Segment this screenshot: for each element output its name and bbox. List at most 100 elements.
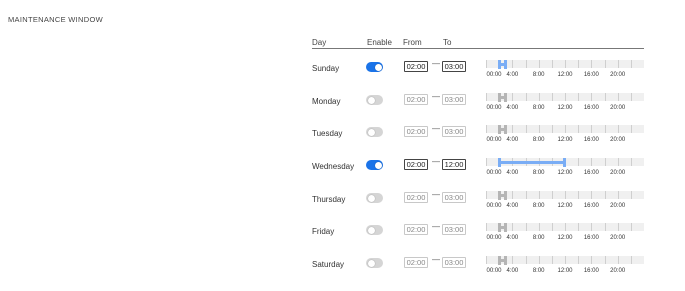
from-time-input[interactable]: 02:00 <box>404 159 428 170</box>
from-time-input[interactable]: 02:00 <box>404 94 428 105</box>
axis-label: 12:00 <box>557 137 573 143</box>
axis-label: 8:00 <box>532 137 545 143</box>
table-row: Saturday 02:00 —03:00 00:00 4:00 8:00 12:00 16:… <box>312 252 645 284</box>
from-time-input[interactable]: 02:00 <box>404 126 428 137</box>
from-time-input[interactable]: 02:00 <box>404 257 428 268</box>
selected-range <box>498 256 507 265</box>
axis-label: 4:00 <box>506 72 519 78</box>
time-range-slider[interactable]: 00:00 4:00 8:00 12:00 16:00 20:00 <box>486 89 644 121</box>
enable-toggle[interactable] <box>366 127 383 137</box>
range-end-handle[interactable] <box>503 223 507 232</box>
to-time-input[interactable]: 03:00 <box>442 126 466 137</box>
range-separator: — <box>432 255 440 264</box>
slider-tick <box>604 223 606 231</box>
time-range-slider[interactable]: 00:00 4:00 8:00 12:00 16:00 20:00 <box>486 56 644 88</box>
enable-toggle[interactable] <box>366 95 383 105</box>
table-row: Wednesday 02:00—12:00 00:00 4:00 8:00 12:00 16… <box>312 154 645 186</box>
range-start-handle[interactable] <box>498 60 502 69</box>
slider-tick <box>630 256 632 264</box>
slider-tick <box>591 125 593 133</box>
table-row: Monday 02:00 —03:00 00:00 4:00 8:00 12:00 16:00… <box>312 89 645 121</box>
slider-tick <box>565 223 566 231</box>
to-time-input[interactable]: 03:00 <box>442 94 466 105</box>
slider-tick <box>578 93 580 101</box>
axis-label: 00:00 <box>486 170 502 176</box>
range-end-handle[interactable] <box>503 125 507 134</box>
to-time-input[interactable]: 03:00 <box>442 61 466 72</box>
table-row: Sunday 02:00 —03:00 00:00 4:00 8:00 12:00 16:00… <box>312 56 645 88</box>
slider-tick <box>591 223 593 231</box>
slider-tick <box>486 158 487 166</box>
slider-tick <box>578 223 580 231</box>
slider-tick <box>578 60 580 68</box>
enable-toggle[interactable] <box>366 160 383 170</box>
range-start-handle[interactable] <box>498 125 502 134</box>
slider-tick <box>565 256 566 264</box>
range-end-handle[interactable] <box>503 191 507 200</box>
enable-toggle[interactable] <box>366 193 383 203</box>
slider-tick <box>525 60 527 68</box>
range-end-handle[interactable] <box>503 60 507 69</box>
slider-track <box>486 223 644 232</box>
timeline-axis: 00:00 4:00 8:00 12:00 16:00 20:00 <box>486 105 644 113</box>
axis-label: 8:00 <box>532 105 545 111</box>
axis-label: 12:00 <box>557 203 573 209</box>
axis-label: 4:00 <box>506 137 519 143</box>
timeline-axis: 00:00 4:00 8:00 12:00 16:00 20:00 <box>486 235 644 243</box>
section-title: MAINTENANCE WINDOW <box>8 15 103 24</box>
slider-track <box>486 158 644 167</box>
slider-tick <box>551 60 553 68</box>
to-time-input[interactable]: 12:00 <box>442 159 466 170</box>
slider-tick <box>538 93 540 101</box>
axis-label: 16:00 <box>583 137 599 143</box>
slider-tick <box>486 125 487 133</box>
slider-tick <box>486 256 487 264</box>
header-enable: Enable <box>367 38 392 47</box>
header-day: Day <box>312 38 327 47</box>
range-end-handle[interactable] <box>562 158 566 167</box>
header-to: To <box>443 38 452 47</box>
slider-tick <box>525 125 527 133</box>
slider-tick <box>551 125 553 133</box>
slider-tick <box>617 191 619 199</box>
time-range-slider[interactable]: 00:00 4:00 8:00 12:00 16:00 20:00 <box>486 187 644 219</box>
range-end-handle[interactable] <box>503 93 507 102</box>
slider-tick <box>617 60 619 68</box>
toggle-knob <box>367 194 375 202</box>
slider-tick <box>565 125 566 133</box>
to-time-input[interactable]: 03:00 <box>442 224 466 235</box>
axis-label: 4:00 <box>506 170 519 176</box>
to-time-input[interactable]: 03:00 <box>442 257 466 268</box>
slider-tick <box>617 158 619 166</box>
range-separator: — <box>432 222 440 231</box>
range-start-handle[interactable] <box>498 93 502 102</box>
range-start-handle[interactable] <box>498 223 502 232</box>
slider-tick <box>538 125 540 133</box>
from-time-input[interactable]: 02:00 <box>404 61 428 72</box>
axis-label: 00:00 <box>486 268 502 274</box>
slider-tick <box>617 223 619 231</box>
time-range-slider[interactable]: 00:00 4:00 8:00 12:00 16:00 20:00 <box>486 219 644 251</box>
enable-toggle[interactable] <box>366 258 383 268</box>
slider-tick <box>617 125 619 133</box>
slider-tick <box>630 158 632 166</box>
time-range-slider[interactable]: 00:00 4:00 8:00 12:00 16:00 20:00 <box>486 252 644 284</box>
enable-toggle[interactable] <box>366 225 383 235</box>
enable-toggle[interactable] <box>366 62 383 72</box>
range-start-handle[interactable] <box>498 256 502 265</box>
range-start-handle[interactable] <box>498 158 502 167</box>
table-row: Thursday 02:00 —03:00 00:00 4:00 8:00 12:00 16:… <box>312 187 645 219</box>
slider-tick <box>525 256 527 264</box>
from-time-input[interactable]: 02:00 <box>404 192 428 203</box>
slider-tick <box>604 125 606 133</box>
slider-tick <box>565 191 566 199</box>
slider-tick <box>578 256 580 264</box>
slider-tick <box>630 223 632 231</box>
to-time-input[interactable]: 03:00 <box>442 192 466 203</box>
time-range-slider[interactable]: 00:00 4:00 8:00 12:00 16:00 20:00 <box>486 121 644 153</box>
range-start-handle[interactable] <box>498 191 502 200</box>
from-time-input[interactable]: 02:00 <box>404 224 428 235</box>
time-range-slider[interactable]: 00:00 4:00 8:00 12:00 16:00 20:00 <box>486 154 644 186</box>
slider-tick <box>578 158 580 166</box>
range-end-handle[interactable] <box>503 256 507 265</box>
